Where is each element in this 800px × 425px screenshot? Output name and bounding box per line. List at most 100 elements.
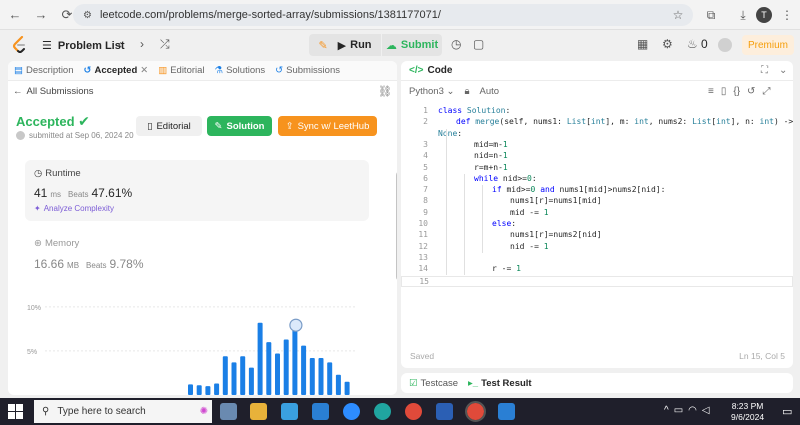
code-line[interactable]: 9 mid -= 1 xyxy=(401,208,793,219)
browser-menu-icon[interactable]: ⋮ xyxy=(776,4,798,26)
distribution-bar[interactable] xyxy=(248,367,254,395)
distribution-bar[interactable] xyxy=(301,345,307,395)
forward-icon[interactable]: → xyxy=(30,4,52,26)
tab-solutions[interactable]: ⚗ Solutions xyxy=(215,65,266,76)
bookmark-icon[interactable]: ▯ xyxy=(721,86,727,97)
code-line[interactable]: 11 nums1[r]=nums2[nid] xyxy=(401,230,793,241)
braces-icon[interactable]: {} xyxy=(733,86,740,97)
code-line[interactable]: 13 xyxy=(401,253,793,264)
code-line[interactable]: 5 r=m+n-1 xyxy=(401,163,793,174)
tab-testcase[interactable]: ☑ Testcase xyxy=(409,378,458,389)
memory-distribution-chart[interactable]: 10% 5% xyxy=(25,290,369,395)
wifi-icon[interactable]: ◠ xyxy=(688,405,697,416)
extensions-icon[interactable]: ⧉ xyxy=(700,4,722,26)
prev-problem-icon[interactable]: ‹ xyxy=(118,37,122,51)
submit-button[interactable]: ☁ Submit xyxy=(382,34,442,56)
code-editor[interactable]: 1 class Solution: 2 def merge(self, nums1: … xyxy=(401,106,793,346)
distribution-bar[interactable] xyxy=(344,381,350,395)
distribution-bar[interactable] xyxy=(240,356,246,395)
collapse-icon[interactable]: ⌄ xyxy=(779,65,787,76)
zoom-icon[interactable] xyxy=(343,403,360,420)
run-button[interactable]: ✎ ▶ Run xyxy=(309,34,381,56)
code-line[interactable]: 6 while nid>=0: xyxy=(401,174,793,185)
tab-submissions[interactable]: ↺ Submissions xyxy=(275,65,340,76)
volume-icon[interactable]: ◁ xyxy=(702,405,710,416)
code-line[interactable]: 8 nums1[r]=nums1[mid] xyxy=(401,196,793,207)
chrome-icon[interactable] xyxy=(405,403,422,420)
code-line[interactable]: 3 mid=m-1 xyxy=(401,140,793,151)
distribution-bar[interactable] xyxy=(309,357,315,395)
timer-icon[interactable]: ◷ xyxy=(451,37,461,51)
maximize-icon[interactable]: ⛶ xyxy=(761,65,768,76)
distribution-bar[interactable] xyxy=(292,326,298,395)
mode-selector[interactable]: Auto xyxy=(480,86,500,97)
distribution-bar[interactable] xyxy=(275,353,280,395)
code-line[interactable]: 7 if mid>=0 and nums1[mid]>nums2[nid]: xyxy=(401,185,793,196)
left-panel-scrollbar[interactable] xyxy=(396,171,397,281)
premium-button[interactable]: Premium xyxy=(742,35,794,55)
format-icon[interactable]: ≡ xyxy=(708,86,714,97)
file-explorer-icon[interactable] xyxy=(250,403,267,420)
user-avatar[interactable] xyxy=(718,38,732,52)
link-icon[interactable]: ⛓ xyxy=(378,85,392,98)
battery-icon[interactable]: ▭ xyxy=(674,405,683,416)
distribution-bar[interactable] xyxy=(283,339,289,395)
taskbar-clock[interactable]: 8:23 PM 9/6/2024 xyxy=(731,401,764,423)
code-line[interactable]: 14 r -= 1 xyxy=(401,264,793,275)
distribution-bar[interactable] xyxy=(266,342,272,395)
code-line[interactable]: 12 nid -= 1 xyxy=(401,242,793,253)
code-line[interactable]: 1 class Solution: xyxy=(401,106,793,117)
sync-leethub-button[interactable]: ⇪ Sync w/ LeetHub xyxy=(278,116,377,136)
back-icon[interactable]: ← xyxy=(4,4,26,26)
next-problem-icon[interactable]: › xyxy=(140,37,144,51)
distribution-bar[interactable] xyxy=(205,386,211,395)
code-line[interactable]: None: xyxy=(401,129,793,140)
chrome-active-icon[interactable] xyxy=(465,401,486,422)
code-line[interactable]: 4 nid=n-1 xyxy=(401,151,793,162)
distribution-bar[interactable] xyxy=(188,384,193,395)
tab-editorial[interactable]: ▥ Editorial xyxy=(158,65,204,76)
tab-test-result[interactable]: ▸_ Test Result xyxy=(468,378,532,389)
distribution-bar[interactable] xyxy=(231,362,237,395)
windows-start-icon[interactable] xyxy=(8,404,23,419)
word-icon[interactable] xyxy=(436,403,453,420)
distribution-bar[interactable] xyxy=(327,362,333,395)
language-selector[interactable]: Python3 ⌄ xyxy=(409,86,454,97)
shuffle-icon[interactable]: ⤮ xyxy=(160,37,170,52)
vscode-icon[interactable] xyxy=(498,403,515,420)
profile-avatar[interactable]: T xyxy=(753,4,775,26)
solution-button[interactable]: ✎ Solution xyxy=(207,116,272,136)
tab-description[interactable]: ▤ Description xyxy=(14,65,74,76)
chevron-up-icon[interactable]: ^ xyxy=(664,405,669,416)
distribution-bar[interactable] xyxy=(222,356,228,395)
settings-gear-icon[interactable]: ⚙ xyxy=(662,37,673,51)
all-submissions-link[interactable]: ← All Submissions xyxy=(13,86,94,97)
reset-icon[interactable]: ↺ xyxy=(747,86,755,97)
code-line[interactable]: 2 def merge(self, nums1: List[int], m: in… xyxy=(401,117,793,128)
tab-accepted[interactable]: ↺ Accepted ✕ xyxy=(84,65,149,76)
edge-icon[interactable] xyxy=(374,403,391,420)
code-line[interactable]: 15 xyxy=(401,275,793,287)
download-icon[interactable]: ⤓ xyxy=(732,4,754,26)
store-icon[interactable] xyxy=(281,403,298,420)
distribution-bar[interactable] xyxy=(318,357,324,395)
memory-card[interactable]: ⊛ Memory 16.66 MB Beats 9.78% 10% 5% xyxy=(25,232,369,395)
address-bar[interactable]: ⚙ leetcode.com/problems/merge-sorted-arr… xyxy=(73,4,693,26)
code-line[interactable]: 10 else: xyxy=(401,219,793,230)
notification-icon[interactable]: ▭ xyxy=(782,405,792,418)
analyze-complexity-link[interactable]: ✦ Analyze Complexity xyxy=(34,204,114,213)
your-submission-marker[interactable] xyxy=(289,318,303,332)
mail-icon[interactable] xyxy=(312,403,329,420)
distribution-bar[interactable] xyxy=(214,383,220,395)
bookmark-star-icon[interactable]: ☆ xyxy=(667,4,689,26)
layout-icon[interactable]: ▦ xyxy=(637,37,648,51)
system-tray[interactable]: ^ ▭ ◠ ◁ xyxy=(664,405,710,416)
debug-icon[interactable]: ✎ xyxy=(318,39,327,52)
runtime-card[interactable]: ◷ Runtime 41 ms Beats 47.61% ✦ Analyze Com… xyxy=(25,160,369,221)
distribution-bar[interactable] xyxy=(335,374,341,395)
distribution-bar[interactable] xyxy=(257,322,263,395)
taskbar-search[interactable]: ⚲ Type here to search ✺ xyxy=(34,400,212,423)
notes-icon[interactable]: ▢ xyxy=(473,37,484,51)
leetcode-logo-icon[interactable] xyxy=(12,36,28,54)
taskview-icon[interactable] xyxy=(220,403,237,420)
